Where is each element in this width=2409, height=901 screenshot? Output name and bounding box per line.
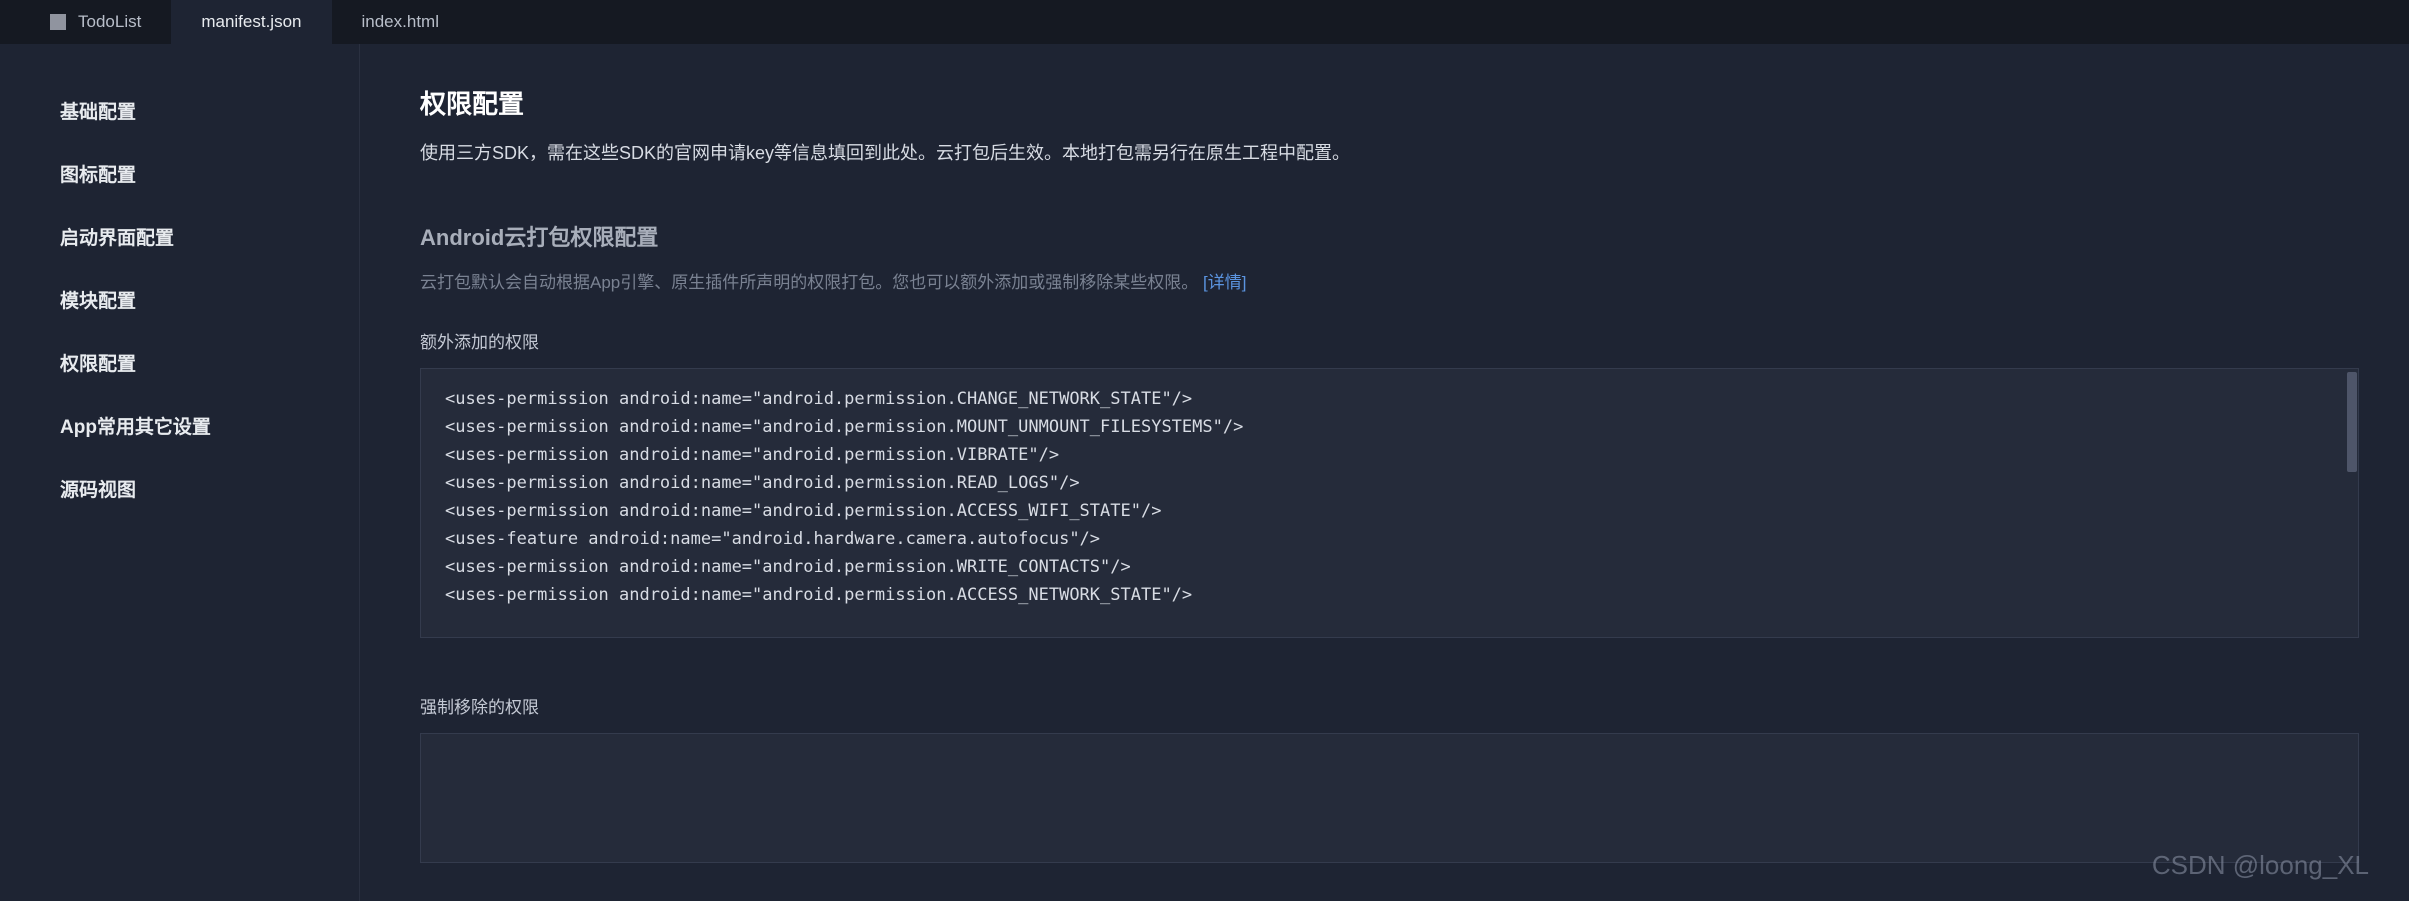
tab-label: manifest.json <box>201 12 301 32</box>
details-link[interactable]: [详情] <box>1203 273 1246 292</box>
extra-permissions-input[interactable]: <uses-permission android:name="android.p… <box>420 368 2359 638</box>
extra-permissions-label: 额外添加的权限 <box>420 328 2359 353</box>
settings-sidebar: 基础配置 图标配置 启动界面配置 模块配置 权限配置 App常用其它设置 源码视… <box>0 44 360 901</box>
sidebar-item-module-config[interactable]: 模块配置 <box>0 268 359 331</box>
sidebar-item-app-settings[interactable]: App常用其它设置 <box>0 394 359 457</box>
scrollbar-thumb[interactable] <box>2347 372 2357 472</box>
file-icon <box>50 14 66 30</box>
sidebar-item-icon-config[interactable]: 图标配置 <box>0 142 359 205</box>
sidebar-item-source-view[interactable]: 源码视图 <box>0 457 359 520</box>
sidebar-item-splash-config[interactable]: 启动界面配置 <box>0 205 359 268</box>
page-title: 权限配置 <box>420 84 2359 121</box>
sidebar-item-basic-config[interactable]: 基础配置 <box>0 79 359 142</box>
extra-permissions-wrapper: <uses-permission android:name="android.p… <box>420 368 2359 638</box>
removed-permissions-input[interactable] <box>420 733 2359 863</box>
page-description: 使用三方SDK，需在这些SDK的官网申请key等信息填回到此处。云打包后生效。本… <box>420 139 2359 165</box>
tab-manifest[interactable]: manifest.json <box>171 0 331 44</box>
section-description: 云打包默认会自动根据App引擎、原生插件所声明的权限打包。您也可以额外添加或强制… <box>420 268 2359 293</box>
tab-todolist[interactable]: TodoList <box>20 0 171 44</box>
sidebar-item-permission-config[interactable]: 权限配置 <box>0 331 359 394</box>
section-title: Android云打包权限配置 <box>420 220 2359 252</box>
content-area: 权限配置 使用三方SDK，需在这些SDK的官网申请key等信息填回到此处。云打包… <box>360 44 2409 901</box>
tab-index[interactable]: index.html <box>332 0 469 44</box>
editor-tabs: TodoList manifest.json index.html <box>0 0 2409 44</box>
main-container: 基础配置 图标配置 启动界面配置 模块配置 权限配置 App常用其它设置 源码视… <box>0 44 2409 901</box>
removed-permissions-label: 强制移除的权限 <box>420 693 2359 718</box>
tab-label: index.html <box>362 12 439 32</box>
tab-label: TodoList <box>78 12 141 32</box>
